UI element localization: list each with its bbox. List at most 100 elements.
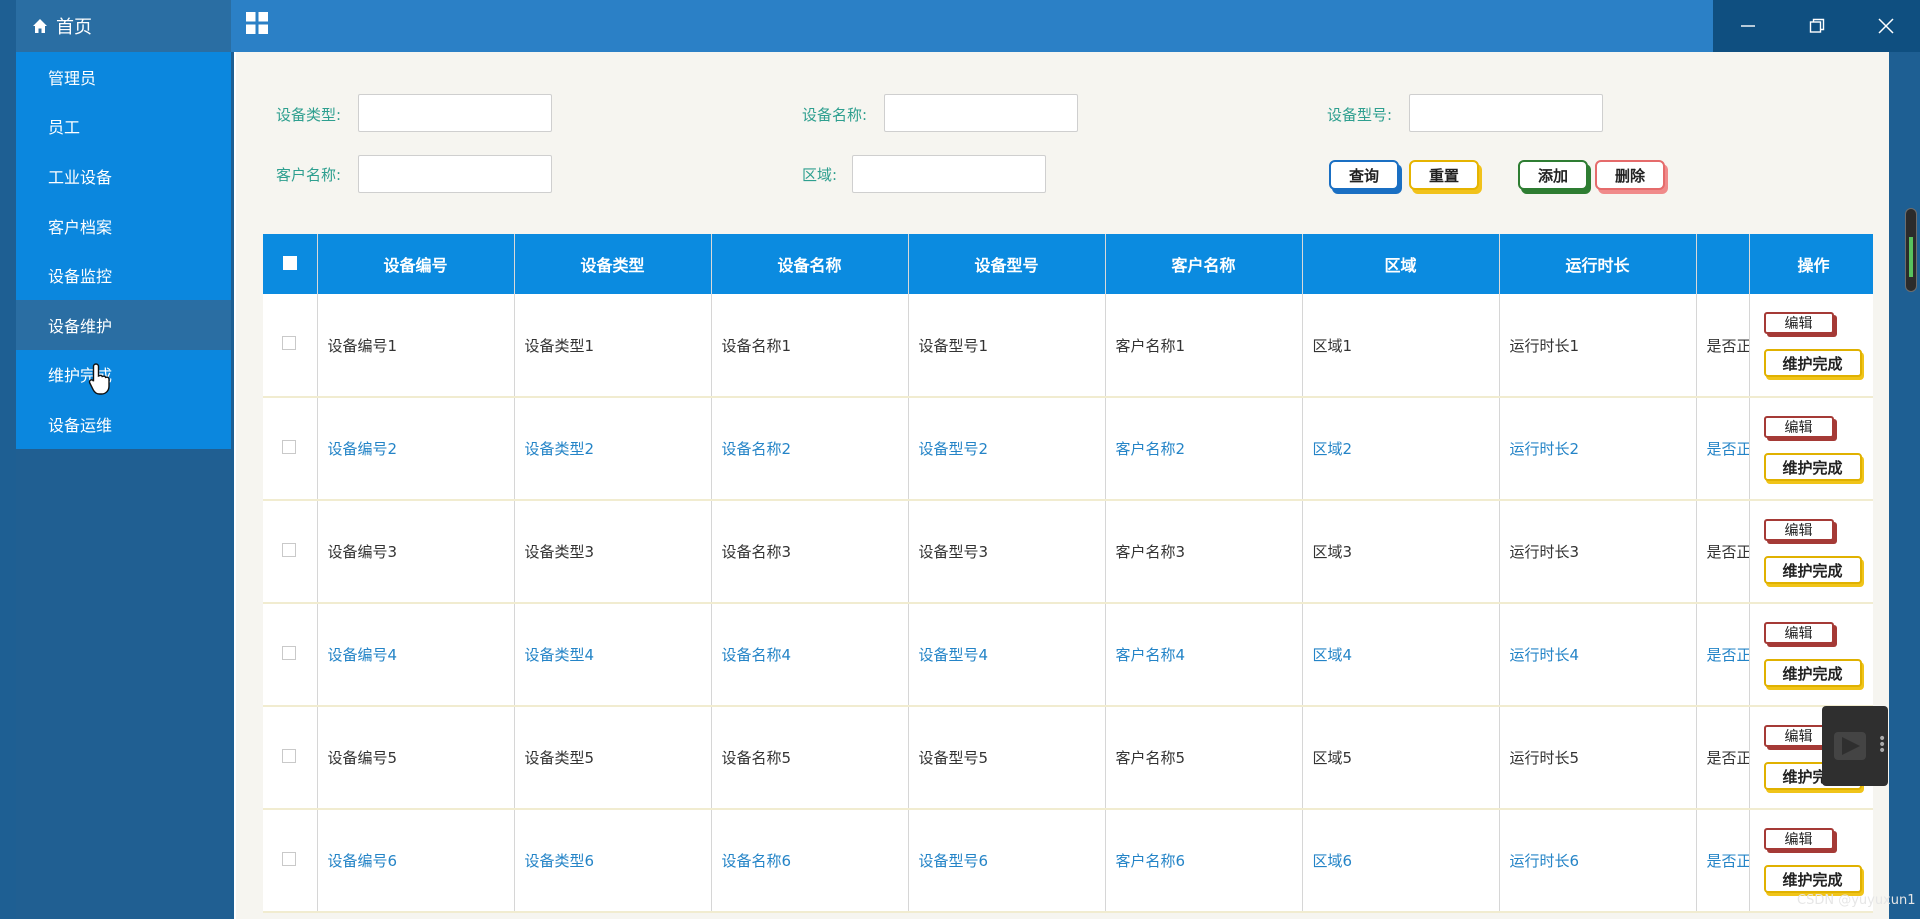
row-checkbox[interactable]: [282, 645, 297, 660]
sidebar-home[interactable]: 首页: [16, 0, 231, 52]
home-icon: [33, 19, 47, 33]
cell-status: 是否正: [1696, 603, 1750, 707]
cell-device-type: 设备类型4: [514, 603, 712, 707]
table-row: 设备编号1 设备类型1 设备名称1 设备型号1 客户名称1 区域1 运行时长1 …: [263, 294, 1873, 398]
cell-run-time: 运行时长5: [1499, 706, 1697, 810]
floating-panel[interactable]: • • •: [1822, 706, 1888, 786]
cell-region: 区域1: [1302, 294, 1500, 398]
cell-device-model: 设备型号2: [908, 397, 1106, 501]
cell-device-model: 设备型号1: [908, 294, 1106, 398]
device-name-label: 设备名称:: [802, 106, 868, 124]
table-row: 设备编号2 设备类型2 设备名称2 设备型号2 客户名称2 区域2 运行时长2 …: [263, 397, 1873, 501]
cell-operations: 编辑 维护完成: [1749, 397, 1873, 501]
cell-status: 是否正: [1696, 397, 1750, 501]
device-model-label: 设备型号:: [1327, 106, 1393, 124]
cell-status: 是否正: [1696, 809, 1750, 913]
cell-device-type: 设备类型3: [514, 500, 712, 604]
restore-button[interactable]: [1782, 0, 1851, 52]
maintenance-complete-button[interactable]: 维护完成: [1763, 453, 1862, 481]
left-edge-strip: [0, 0, 16, 919]
cell-device-id: 设备编号2: [317, 397, 515, 501]
cell-customer-name: 客户名称4: [1105, 603, 1303, 707]
query-button[interactable]: 查询: [1329, 160, 1399, 190]
sidebar-item-admin[interactable]: 管理员: [16, 52, 231, 102]
device-model-input[interactable]: [1409, 94, 1603, 132]
sidebar-home-label: 首页: [56, 17, 92, 38]
sidebar-item-industrial-equipment[interactable]: 工业设备: [16, 151, 231, 201]
row-select-cell[interactable]: [263, 809, 318, 913]
minimize-button[interactable]: [1713, 0, 1782, 52]
sidebar-item-customer-records[interactable]: 客户档案: [16, 201, 231, 251]
add-button[interactable]: 添加: [1518, 160, 1588, 190]
cell-device-id: 设备编号5: [317, 706, 515, 810]
select-all-checkbox[interactable]: [282, 255, 297, 270]
sidebar-item-maintenance-complete[interactable]: 维护完成: [16, 350, 231, 400]
cell-customer-name: 客户名称1: [1105, 294, 1303, 398]
row-checkbox[interactable]: [282, 748, 297, 763]
maintenance-complete-button[interactable]: 维护完成: [1763, 349, 1862, 377]
vertical-scrollbar[interactable]: [1905, 208, 1917, 292]
sidebar-item-employee[interactable]: 员工: [16, 102, 231, 152]
restore-icon: [1809, 18, 1824, 33]
device-type-input[interactable]: [358, 94, 552, 132]
maintenance-complete-button[interactable]: 维护完成: [1763, 556, 1862, 584]
scrollbar-thumb[interactable]: [1909, 237, 1913, 277]
sidebar-item-device-operations[interactable]: 设备运维: [16, 399, 231, 449]
maintenance-complete-button[interactable]: 维护完成: [1763, 659, 1862, 687]
cell-run-time: 运行时长3: [1499, 500, 1697, 604]
device-table-wrap: 设备编号 设备类型 设备名称 设备型号 客户名称 区域 运行时长 操作 设备编号…: [263, 234, 1873, 919]
row-checkbox[interactable]: [282, 542, 297, 557]
sidebar-item-device-maintenance[interactable]: 设备维护: [16, 299, 231, 350]
region-label: 区域:: [802, 166, 838, 184]
select-all-header[interactable]: [263, 234, 318, 294]
cell-device-id: 设备编号3: [317, 500, 515, 604]
hand-cursor-icon: [88, 363, 110, 395]
cell-device-type: 设备类型2: [514, 397, 712, 501]
row-checkbox[interactable]: [282, 439, 297, 454]
cell-device-type: 设备类型1: [514, 294, 712, 398]
sidebar-item-device-monitoring[interactable]: 设备监控: [16, 250, 231, 300]
table-row: 设备编号3 设备类型3 设备名称3 设备型号3 客户名称3 区域3 运行时长3 …: [263, 500, 1873, 604]
sidebar: 首页 管理员 员工 工业设备 客户档案 设备监控 设备维护 维护完成 设备运维: [16, 0, 231, 919]
window-controls: [1713, 0, 1920, 52]
region-input[interactable]: [852, 155, 1046, 193]
close-button[interactable]: [1851, 0, 1920, 52]
maintenance-complete-button[interactable]: 维护完成: [1763, 865, 1862, 893]
cell-customer-name: 客户名称3: [1105, 500, 1303, 604]
device-type-label: 设备类型:: [276, 106, 342, 124]
edit-button[interactable]: 编辑: [1763, 519, 1834, 541]
header-customer-name: 客户名称: [1105, 234, 1303, 294]
header-device-model: 设备型号: [908, 234, 1106, 294]
grid-icon[interactable]: [245, 11, 269, 35]
cell-customer-name: 客户名称5: [1105, 706, 1303, 810]
row-select-cell[interactable]: [263, 397, 318, 501]
header-run-time: 运行时长: [1499, 234, 1697, 294]
cell-device-name: 设备名称5: [711, 706, 909, 810]
row-checkbox[interactable]: [282, 851, 297, 866]
watermark: CSDN @yuyuxun1: [1797, 893, 1916, 908]
header-device-id: 设备编号: [317, 234, 515, 294]
cell-region: 区域2: [1302, 397, 1500, 501]
cell-device-name: 设备名称2: [711, 397, 909, 501]
cell-customer-name: 客户名称6: [1105, 809, 1303, 913]
delete-button[interactable]: 删除: [1595, 160, 1665, 190]
reset-button[interactable]: 重置: [1409, 160, 1479, 190]
header-device-name: 设备名称: [711, 234, 909, 294]
cell-device-id: 设备编号6: [317, 809, 515, 913]
row-select-cell[interactable]: [263, 706, 318, 810]
edit-button[interactable]: 编辑: [1763, 416, 1834, 438]
row-checkbox[interactable]: [282, 336, 297, 350]
cell-region: 区域5: [1302, 706, 1500, 810]
customer-name-input[interactable]: [358, 155, 552, 193]
cell-region: 区域4: [1302, 603, 1500, 707]
cell-device-model: 设备型号6: [908, 809, 1106, 913]
row-select-cell[interactable]: [263, 500, 318, 604]
device-name-input[interactable]: [884, 94, 1078, 132]
row-select-cell[interactable]: [263, 603, 318, 707]
header-operations: 操作: [1749, 234, 1873, 294]
cell-run-time: 运行时长4: [1499, 603, 1697, 707]
row-select-cell[interactable]: [263, 294, 318, 398]
edit-button[interactable]: 编辑: [1763, 622, 1834, 644]
edit-button[interactable]: 编辑: [1763, 828, 1834, 850]
edit-button[interactable]: 编辑: [1763, 312, 1834, 334]
